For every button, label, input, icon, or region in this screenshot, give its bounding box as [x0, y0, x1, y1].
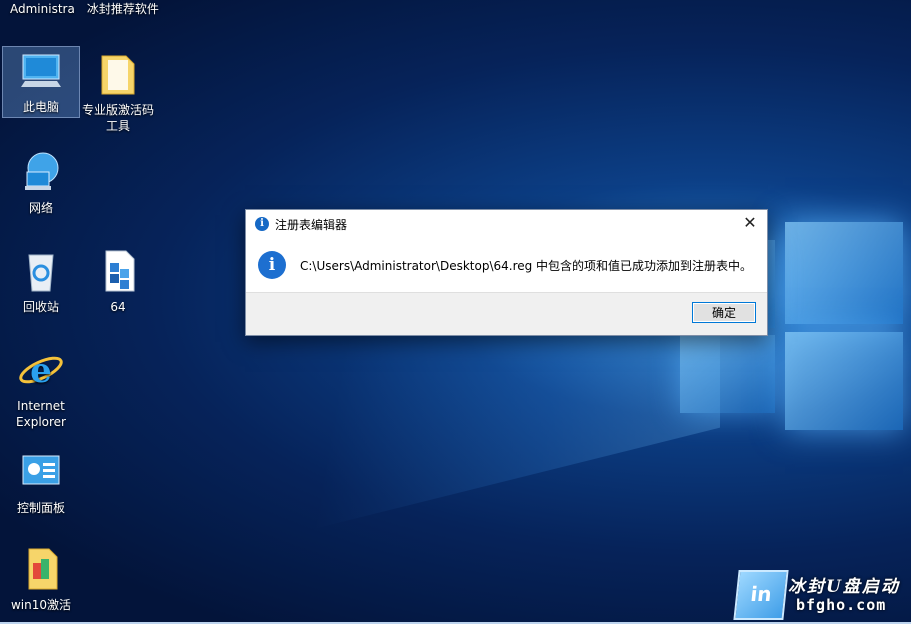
topbar-item-recommended[interactable]: 冰封推荐软件 — [87, 0, 159, 18]
desktop-icon-label: 网络 — [28, 201, 53, 215]
dialog-body: i C:\Users\Administrator\Desktop\64.reg … — [246, 238, 767, 292]
desktop-icon-label: win10激活 — [10, 598, 72, 612]
desktop-icon-network[interactable]: 网络 — [3, 148, 79, 216]
registry-editor-dialog: i 注册表编辑器 ✕ i C:\Users\Administrator\Desk… — [245, 209, 768, 336]
recycle-bin-icon — [17, 247, 65, 295]
watermark: in 冰封U盘启动 bfgho.com — [733, 566, 906, 622]
desktop-icon-win10-activate[interactable]: win10激活 — [3, 545, 79, 613]
ok-button[interactable]: 确定 — [692, 302, 756, 323]
desktop-icon-recycle-bin[interactable]: 回收站 — [3, 247, 79, 315]
dialog-titlebar[interactable]: i 注册表编辑器 — [246, 210, 767, 238]
info-icon: i — [258, 251, 286, 279]
desktop-icon-label: 此电脑 — [22, 100, 59, 114]
control-panel-icon — [17, 448, 65, 496]
desktop-icon-control-panel[interactable]: 控制面板 — [3, 448, 79, 516]
internet-explorer-icon: e — [17, 346, 65, 394]
topbar-item-user[interactable]: Administra — [10, 0, 75, 18]
dialog-title: 注册表编辑器 — [275, 217, 348, 232]
desktop-icon-label: 控制面板 — [16, 501, 65, 515]
logo-pane-bottom-left — [680, 335, 775, 413]
computer-icon — [17, 47, 65, 95]
brand-logo-icon: in — [733, 570, 789, 620]
svg-text:e: e — [30, 351, 52, 391]
desktop-icon-reg-file[interactable]: 64 — [80, 247, 156, 315]
dialog-footer: 确定 — [246, 292, 767, 335]
registry-file-icon — [94, 247, 142, 295]
desktop-icon-this-pc[interactable]: 此电脑 — [2, 46, 80, 118]
folder-icon — [94, 50, 142, 98]
desktop-icon-activation-tool[interactable]: 专业版激活码工具 — [80, 50, 156, 134]
brand-name: 冰封U盘启动 — [788, 577, 900, 597]
brand-url: bfgho.com — [796, 596, 887, 614]
network-globe-icon — [17, 148, 65, 196]
activation-file-icon — [17, 545, 65, 593]
top-taskbar: Administra 冰封推荐软件 — [0, 0, 159, 18]
desktop-icon-label-line1: Internet — [17, 399, 65, 413]
close-icon[interactable]: ✕ — [741, 214, 759, 232]
dialog-message: C:\Users\Administrator\Desktop\64.reg 中包… — [300, 258, 753, 273]
desktop-icon-label: 64 — [110, 300, 126, 314]
desktop-icon-internet-explorer[interactable]: e Internet Explorer — [3, 346, 79, 430]
desktop-icon-label: 回收站 — [22, 300, 59, 314]
info-icon: i — [255, 217, 269, 231]
desktop-icon-label-line2: Explorer — [16, 415, 66, 429]
desktop-icon-label: 专业版激活码工具 — [81, 103, 154, 133]
logo-pane-top-right — [785, 222, 903, 324]
logo-pane-bottom-right — [785, 332, 903, 430]
